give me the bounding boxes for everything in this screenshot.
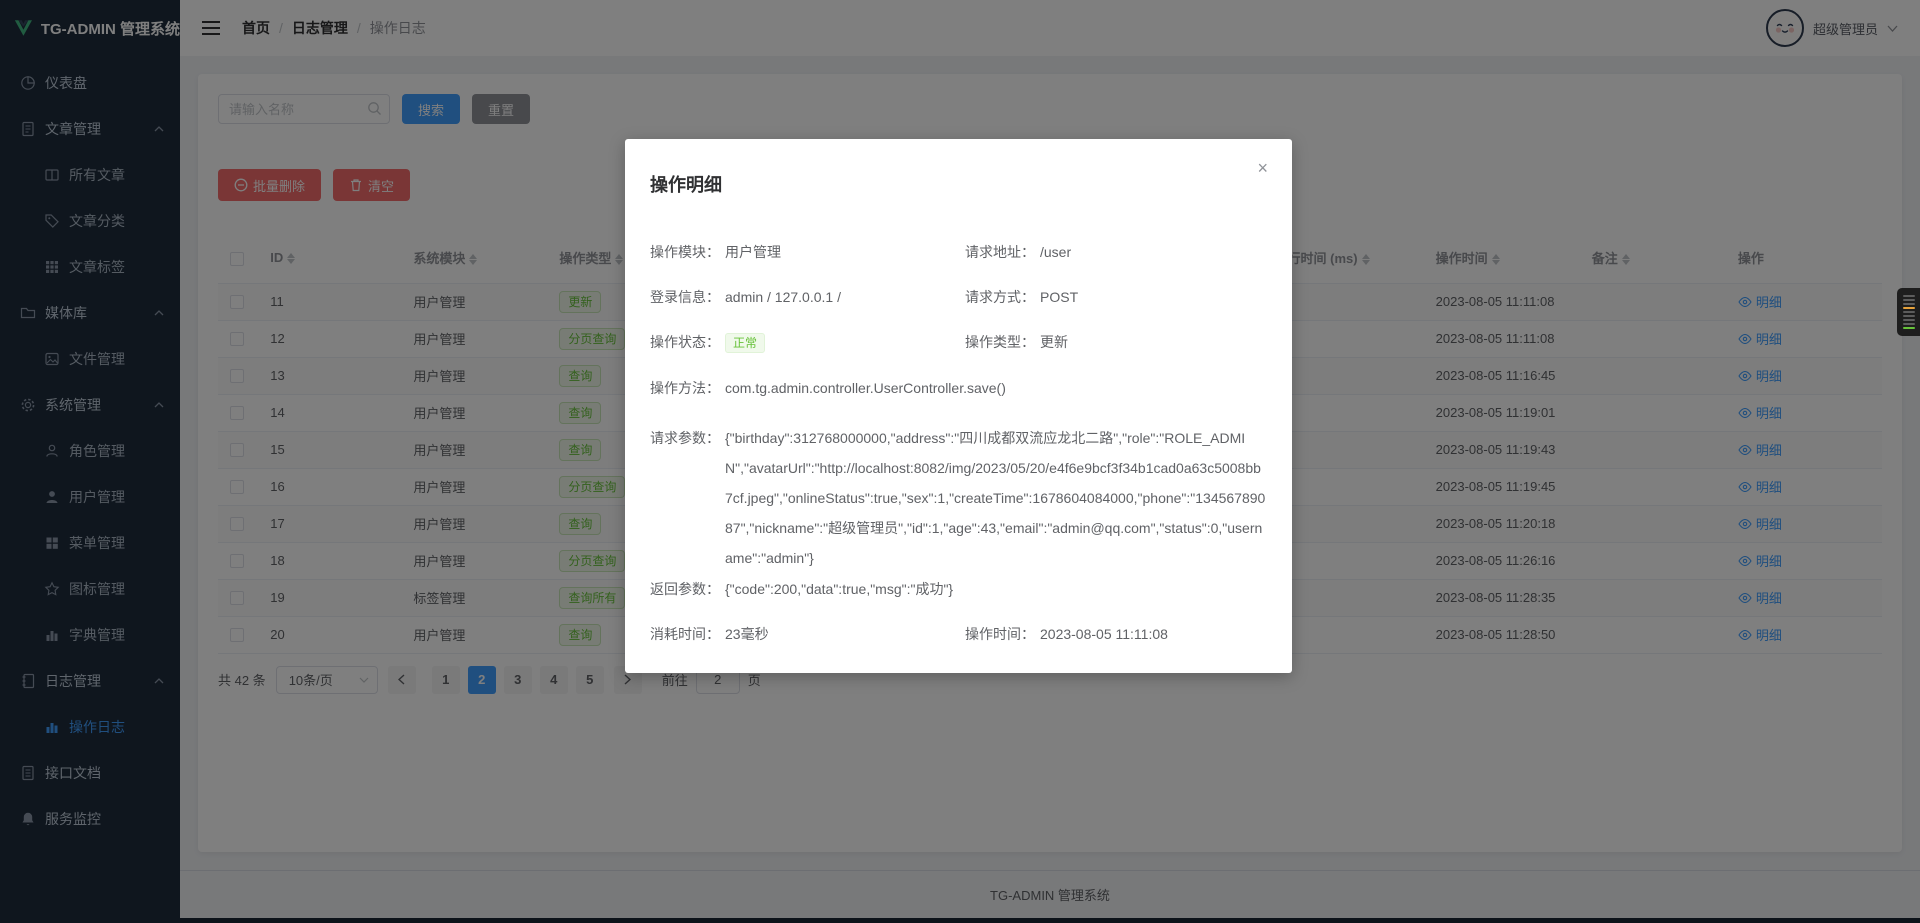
detail-row: 操作方法： com.tg.admin.controller.UserContro… bbox=[650, 378, 1267, 398]
field-value: 用户管理 bbox=[725, 242, 965, 262]
detail-row: 消耗时间： 23毫秒 操作时间： 2023-08-05 11:11:08 bbox=[650, 624, 1267, 644]
field-value: /user bbox=[1040, 242, 1267, 262]
field-label: 操作状态： bbox=[650, 332, 725, 353]
field-label: 消耗时间： bbox=[650, 624, 725, 644]
field-value: 更新 bbox=[1040, 332, 1267, 353]
floating-scroll-widget[interactable] bbox=[1897, 288, 1920, 336]
field-label: 登录信息： bbox=[650, 287, 725, 307]
field-value: com.tg.admin.controller.UserController.s… bbox=[725, 378, 1267, 398]
status-tag: 正常 bbox=[725, 333, 765, 353]
field-label: 操作类型： bbox=[965, 332, 1040, 353]
field-value: {"birthday":312768000000,"address":"四川成都… bbox=[725, 423, 1267, 573]
detail-row: 登录信息： admin / 127.0.0.1 / 请求方式： POST bbox=[650, 287, 1267, 307]
field-value: 23毫秒 bbox=[725, 624, 965, 644]
field-label: 请求地址： bbox=[965, 242, 1040, 262]
field-value: admin / 127.0.0.1 / bbox=[725, 287, 965, 307]
field-label: 返回参数： bbox=[650, 579, 725, 599]
detail-row: 操作状态： 正常 操作类型： 更新 bbox=[650, 332, 1267, 353]
detail-row: 请求参数： {"birthday":312768000000,"address"… bbox=[650, 423, 1267, 565]
field-label: 操作模块： bbox=[650, 242, 725, 262]
modal-title: 操作明细 bbox=[650, 171, 1267, 197]
detail-row: 返回参数： {"code":200,"data":true,"msg":"成功"… bbox=[650, 579, 1267, 599]
field-label: 操作时间： bbox=[965, 624, 1040, 644]
field-label: 请求参数： bbox=[650, 423, 725, 565]
field-value: 2023-08-05 11:11:08 bbox=[1040, 624, 1267, 644]
field-value: {"code":200,"data":true,"msg":"成功"} bbox=[725, 579, 1267, 599]
field-label: 请求方式： bbox=[965, 287, 1040, 307]
field-label: 操作方法： bbox=[650, 378, 725, 398]
close-icon[interactable]: × bbox=[1257, 159, 1268, 177]
detail-row: 操作模块： 用户管理 请求地址： /user bbox=[650, 242, 1267, 262]
modal-body: 操作模块： 用户管理 请求地址： /user 登录信息： admin / 127… bbox=[650, 242, 1267, 644]
field-value: POST bbox=[1040, 287, 1267, 307]
field-value: 正常 bbox=[725, 332, 965, 353]
operation-detail-modal: × 操作明细 操作模块： 用户管理 请求地址： /user 登录信息： admi… bbox=[625, 139, 1292, 673]
